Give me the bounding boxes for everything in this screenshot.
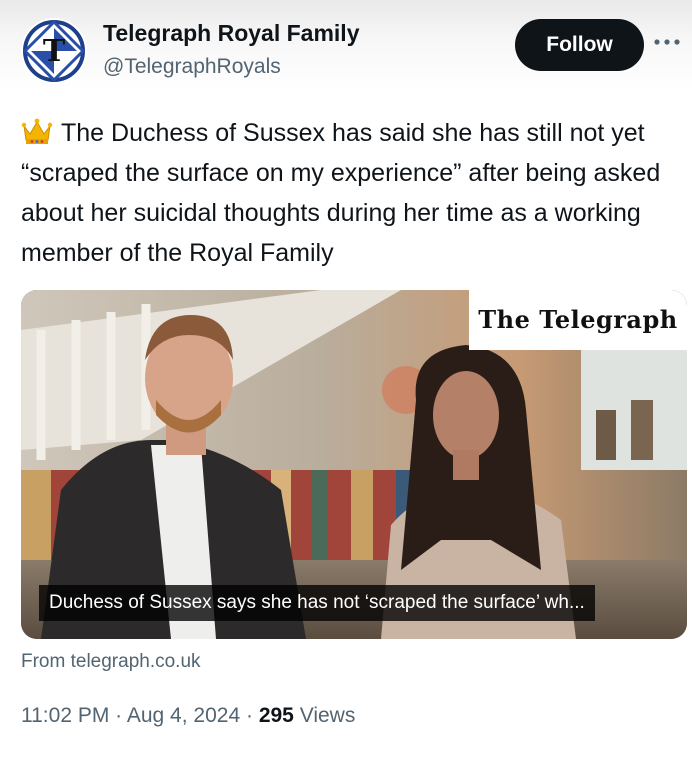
telegraph-brand-label: The Telegraph [469,290,687,350]
tweet-text-container: The Duchess of Sussex has said she has s… [21,113,687,273]
tweet-meta: 11:02 PM · Aug 4, 2024 · 295 Views [21,704,355,728]
video-thumbnail[interactable]: The Telegraph Duchess of Sussex says she… [21,290,687,639]
avatar[interactable]: T [21,18,87,84]
user-handle[interactable]: @TelegraphRoyals [103,55,281,79]
crown-emoji-icon [21,116,53,146]
more-options-button[interactable] [652,32,684,52]
tweet-date[interactable]: Aug 4, 2024 [127,704,240,727]
video-caption: Duchess of Sussex says she has not ‘scra… [39,585,595,621]
views-label: Views [299,704,356,727]
views-count: 295 [258,704,294,727]
meta-separator: · [115,704,123,727]
display-name[interactable]: Telegraph Royal Family [103,20,359,47]
telegraph-t-logo-icon: T [22,19,86,83]
more-dots-icon [654,39,680,45]
follow-button[interactable]: Follow [515,19,644,71]
tweet-header: T Telegraph Royal Family @TelegraphRoyal… [0,0,692,90]
link-source[interactable]: From telegraph.co.uk [21,651,201,673]
tweet-time[interactable]: 11:02 PM [21,704,109,727]
tweet-text: The Duchess of Sussex has said she has s… [21,119,661,267]
meta-separator: · [245,704,253,727]
svg-text:T: T [43,34,66,69]
